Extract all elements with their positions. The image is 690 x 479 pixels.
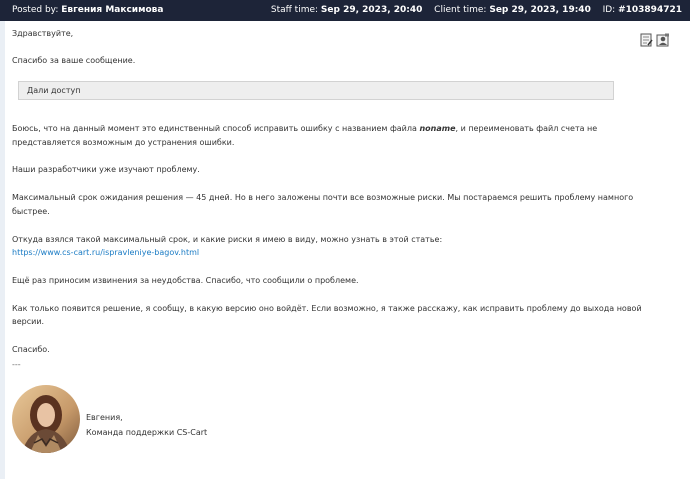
paragraph-1-text-a: Боюсь, что на данный момент это единстве… <box>12 124 420 133</box>
thanks-text: Спасибо за ваше сообщение. <box>12 56 136 65</box>
closing-text: Спасибо. <box>12 345 50 354</box>
quoted-message-text: Дали доступ <box>27 86 81 95</box>
avatar <box>12 385 80 453</box>
posted-by-name: Евгения Максимова <box>61 5 164 15</box>
post-header: Posted by: Евгения Максимова Staff time:… <box>0 0 690 21</box>
user-card-icon[interactable] <box>656 32 669 47</box>
id-value: #103894721 <box>618 5 682 15</box>
staff-time-label: Staff time: <box>270 5 319 15</box>
signature-team: Команда поддержки CS-Cart <box>86 428 208 437</box>
post-meta: Staff time: Sep 29, 2023, 20:40 Client t… <box>271 5 682 15</box>
note-edit-icon[interactable] <box>640 32 653 47</box>
paragraph-4-line-1: Откуда взялся такой максимальный срок, и… <box>12 235 443 244</box>
article-link[interactable]: https://www.cs-cart.ru/ispravleniye-bago… <box>12 248 199 257</box>
paragraph-1-line-1: Боюсь, что на данный момент это единстве… <box>12 124 597 133</box>
paragraph-5: Ещё раз приносим извинения за неудобства… <box>12 276 359 285</box>
greeting-text: Здравствуйте, <box>12 29 74 38</box>
paragraph-1-line-2: представляется возможным до устранения о… <box>12 138 235 147</box>
staff-time-value: Sep 29, 2023, 20:40 <box>320 5 423 15</box>
paragraph-3-line-2: быстрее. <box>12 207 50 216</box>
signature-separator: --- <box>12 360 21 369</box>
paragraph-1-text-b: , и переименовать файл счета не <box>455 124 598 133</box>
paragraph-6-line-2: версии. <box>12 317 45 326</box>
paragraph-2: Наши разработчики уже изучают проблему. <box>12 165 200 174</box>
client-time-value: Sep 29, 2023, 19:40 <box>489 5 591 15</box>
posted-by-label: Posted by: <box>12 5 59 15</box>
paragraph-3-line-1: Максимальный срок ожидания решения — 45 … <box>12 193 634 202</box>
filename-noname: noname <box>419 124 456 133</box>
quoted-message: Дали доступ <box>18 81 614 100</box>
client-time-label: Client time: <box>434 5 487 15</box>
signature-name: Евгения, <box>86 413 123 422</box>
left-accent-bar <box>0 21 5 479</box>
id-label: ID: <box>602 5 616 15</box>
posted-by: Posted by: Евгения Максимова <box>12 5 163 15</box>
paragraph-6-line-1: Как только появится решение, я сообщу, в… <box>12 304 642 313</box>
